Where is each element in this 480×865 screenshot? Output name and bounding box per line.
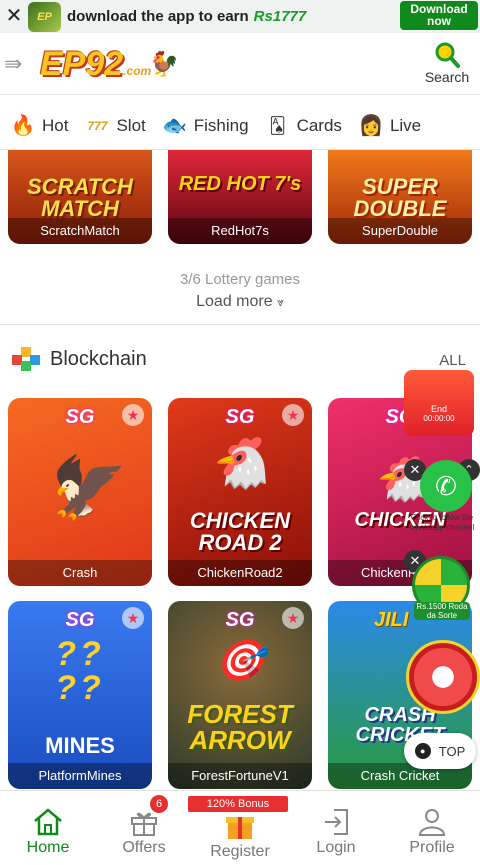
banner-text: download the app to earn Rs1777 — [67, 8, 307, 25]
nav-offers[interactable]: 6 Offers — [96, 791, 192, 865]
gift-box-icon — [226, 817, 254, 839]
bird-rocket-art: 🦅 — [42, 454, 118, 521]
lottery-count: 3/6 Lottery games — [179, 271, 301, 288]
lottery-row: SCRATCH MATCH ScratchMatch RED HOT 7's R… — [8, 150, 472, 244]
tab-cards[interactable]: 🂡 Cards — [265, 115, 342, 137]
wheel-caption: Rs.1500 Roda da Sorte — [414, 602, 470, 620]
countdown: 00:00:00 — [423, 414, 455, 423]
tab-live[interactable]: 👩 Live — [358, 115, 421, 137]
login-icon — [325, 809, 348, 835]
blockchain-row-1: SG ★ 🦅 Crash SG ★ 🐔 CHICKEN ROAD 2 Chick… — [8, 398, 472, 586]
favorite-icon[interactable]: ★ — [122, 404, 144, 426]
banner-amount: Rs1777 — [253, 8, 307, 25]
chicken-art: 🐔 — [208, 435, 272, 491]
777-icon: 777 — [87, 118, 108, 133]
tab-fishing[interactable]: 🐟 Fishing — [162, 115, 248, 137]
download-now-button[interactable]: Download now — [400, 1, 478, 30]
game-tile[interactable]: SG ★ ???? MINES PlatformMines — [8, 601, 152, 789]
see-all-link[interactable]: ALL — [439, 352, 466, 369]
tab-slot[interactable]: 777 Slot — [84, 115, 145, 137]
blockchain-row-2: SG ★ ???? MINES PlatformMines SG ★ 🎯 FOR… — [8, 601, 472, 789]
game-tile[interactable]: SG ★ 🎯 FOREST ARROW ForestFortuneV1 — [168, 601, 312, 789]
live-dealer-icon: 👩 — [358, 115, 384, 137]
site-logo[interactable]: EP92 .com 🐓 — [40, 44, 179, 84]
chevron-down-icon: ⩔ — [277, 295, 284, 309]
flame-icon: 🔥 — [10, 115, 36, 137]
nav-home[interactable]: Home — [0, 791, 96, 865]
mines-board-art: ???? — [55, 635, 105, 707]
target-art: 🎯 — [215, 639, 265, 683]
game-tile[interactable]: SUPER DOUBLE SuperDouble — [328, 150, 472, 244]
spin-wheel-icon[interactable] — [406, 640, 480, 714]
cards-icon: 🂡 — [269, 117, 286, 135]
whatsapp-icon[interactable]: ✆ — [420, 460, 472, 512]
search-icon — [435, 42, 460, 68]
nav-login[interactable]: Login — [288, 791, 384, 865]
whatsapp-caption: Click to follow the whatsapp channel — [409, 513, 475, 532]
header: ⇛ EP92 .com 🐓 Search — [0, 33, 480, 95]
fish-icon: 🐟 — [162, 115, 188, 137]
close-icon[interactable]: ✕ — [0, 0, 28, 33]
favorite-icon[interactable]: ★ — [122, 607, 144, 629]
load-more-button[interactable]: Load more ⩔ — [0, 293, 480, 311]
back-to-top-button[interactable]: ● TOP — [404, 733, 476, 769]
red-envelope-promo[interactable]: End 00:00:00 — [404, 370, 474, 436]
profile-icon — [418, 809, 446, 836]
divider — [0, 324, 480, 325]
nav-profile[interactable]: Profile — [384, 791, 480, 865]
section-title: Blockchain — [10, 346, 147, 372]
game-tile[interactable]: SG ★ 🦅 Crash — [8, 398, 152, 586]
favorite-icon[interactable]: ★ — [282, 607, 304, 629]
menu-icon[interactable]: ⇛ — [4, 51, 22, 77]
game-tile[interactable]: SG ★ 🐔 CHICKEN ROAD 2 ChickenRoad2 — [168, 398, 312, 586]
search-button[interactable]: Search — [422, 41, 472, 87]
nav-register[interactable]: 120% Bonus Register — [188, 791, 288, 865]
tab-hot[interactable]: 🔥 Hot — [10, 115, 69, 137]
bottom-nav: Home 6 Offers 120% Bonus Register Login … — [0, 790, 480, 865]
category-tabs: 🔥 Hot 777 Slot 🐟 Fishing 🂡 Cards 👩 Live — [0, 102, 480, 150]
favorite-icon[interactable]: ★ — [282, 404, 304, 426]
game-tile[interactable]: RED HOT 7's RedHot7s — [168, 150, 312, 244]
offers-badge: 6 — [150, 795, 168, 813]
home-icon — [34, 808, 62, 836]
lock-icon: ● — [414, 743, 431, 759]
bonus-badge: 120% Bonus — [188, 796, 288, 812]
app-logo: EP — [28, 1, 61, 32]
blockchain-icon — [12, 347, 40, 371]
download-banner[interactable]: ✕ EP download the app to earn Rs1777 Down… — [0, 0, 480, 33]
game-tile[interactable]: SCRATCH MATCH ScratchMatch — [8, 150, 152, 244]
rooster-icon: 🐓 — [149, 50, 180, 78]
